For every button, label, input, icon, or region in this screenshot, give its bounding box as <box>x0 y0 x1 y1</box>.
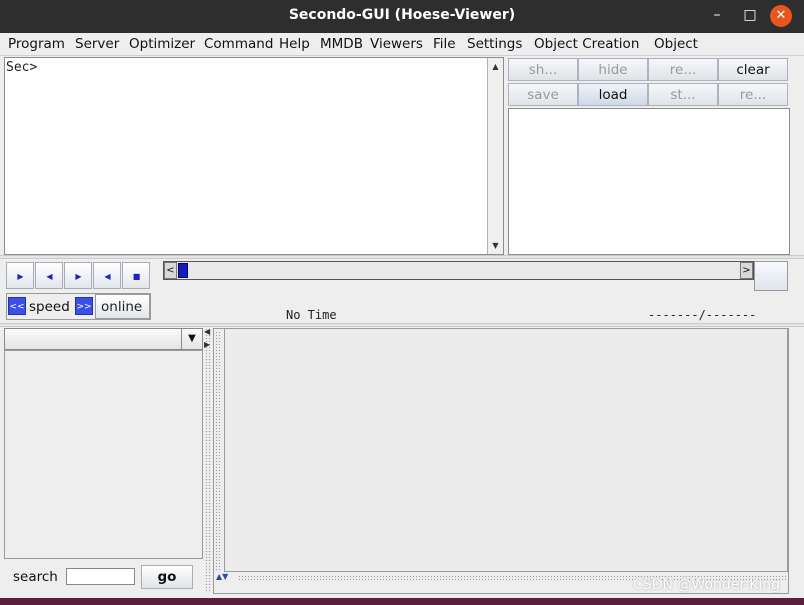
scroll-up-icon[interactable]: ▲ <box>489 60 502 73</box>
slider-thumb[interactable] <box>178 263 188 278</box>
menu-bar: Program Server Optimizer Command Help MM… <box>0 33 804 56</box>
show-button[interactable]: sh... <box>508 58 578 81</box>
load-button[interactable]: load <box>578 83 648 106</box>
slider-right-arrow[interactable]: > <box>740 262 753 279</box>
watermark-text: CSDN @Wonder-King <box>633 577 781 593</box>
search-input[interactable] <box>66 568 135 585</box>
query-list[interactable] <box>4 350 203 559</box>
play-forward-icon: ▶ <box>17 272 24 281</box>
hide-button[interactable]: hide <box>578 58 648 81</box>
online-label: online <box>101 299 143 315</box>
search-label: search <box>13 569 58 585</box>
stop-icon: ■ <box>132 272 141 281</box>
go-button[interactable]: go <box>141 565 193 589</box>
time-slider[interactable]: < > <box>163 261 754 280</box>
menu-settings[interactable]: Settings <box>467 35 522 53</box>
frame-counter: -------/------- <box>648 308 757 322</box>
clear-button[interactable]: clear <box>718 58 788 81</box>
collapse-up-icon[interactable]: ▲▼ <box>216 573 228 581</box>
menu-help[interactable]: Help <box>279 35 310 53</box>
menu-optimizer[interactable]: Optimizer <box>129 35 195 53</box>
store-button[interactable]: st... <box>648 83 718 106</box>
step-forward-button[interactable]: ▶ <box>64 262 92 289</box>
speed-label: speed <box>29 299 70 315</box>
console-prompt: Sec> <box>6 60 38 75</box>
close-button[interactable]: ✕ <box>770 5 792 27</box>
rename-button[interactable]: re... <box>718 83 788 106</box>
step-forward-icon: ▶ <box>75 272 82 281</box>
query-combo[interactable]: ▼ <box>4 328 203 350</box>
skip-start-button[interactable]: ◀ <box>93 262 121 289</box>
chevron-down-icon[interactable]: ▼ <box>181 329 202 349</box>
stop-button[interactable]: ■ <box>122 262 150 289</box>
online-button[interactable]: online <box>95 294 150 319</box>
menu-mmdb[interactable]: MMDB <box>320 35 363 53</box>
slider-left-arrow[interactable]: < <box>164 262 177 279</box>
object-list[interactable] <box>508 108 790 255</box>
minimize-button[interactable]: – <box>702 0 732 31</box>
save-button[interactable]: save <box>508 83 578 106</box>
time-display: No Time <box>286 308 337 322</box>
viewer-splitter[interactable] <box>215 331 221 571</box>
scroll-down-icon[interactable]: ▼ <box>489 239 502 252</box>
console-scrollbar[interactable]: ▲ ▼ <box>487 58 503 254</box>
splitter-top[interactable] <box>0 255 804 259</box>
window-title: Secondo-GUI (Hoese-Viewer) <box>288 7 516 23</box>
menu-command[interactable]: Command <box>204 35 273 53</box>
splitter-vertical[interactable] <box>205 328 211 593</box>
slower-button[interactable]: << <box>8 297 26 315</box>
menu-object-creation[interactable]: Object Creation <box>534 35 639 53</box>
viewer-canvas[interactable] <box>224 328 788 572</box>
menu-viewers[interactable]: Viewers <box>370 35 423 53</box>
play-button[interactable]: ▶ <box>6 262 34 289</box>
menu-file[interactable]: File <box>433 35 456 53</box>
title-bar: Secondo-GUI (Hoese-Viewer) <box>0 0 804 33</box>
menu-program[interactable]: Program <box>8 35 65 53</box>
slider-corner-button[interactable] <box>754 261 788 291</box>
expand-right-icon[interactable]: ▶ <box>204 341 210 349</box>
menu-server[interactable]: Server <box>75 35 119 53</box>
skip-to-start-icon: ◀ <box>104 272 111 281</box>
faster-button[interactable]: >> <box>75 297 93 315</box>
collapse-left-icon[interactable]: ◀ <box>204 328 210 336</box>
app-window: Secondo-GUI (Hoese-Viewer) – □ ✕ Program… <box>0 0 804 598</box>
command-console[interactable]: Sec> ▲ ▼ <box>4 57 504 255</box>
step-back-button[interactable]: ◀ <box>35 262 63 289</box>
remove-button[interactable]: re... <box>648 58 718 81</box>
menu-object[interactable]: Object <box>654 35 698 53</box>
splitter-middle[interactable] <box>0 323 804 327</box>
step-back-icon: ◀ <box>46 272 53 281</box>
maximize-button[interactable]: □ <box>735 0 765 31</box>
